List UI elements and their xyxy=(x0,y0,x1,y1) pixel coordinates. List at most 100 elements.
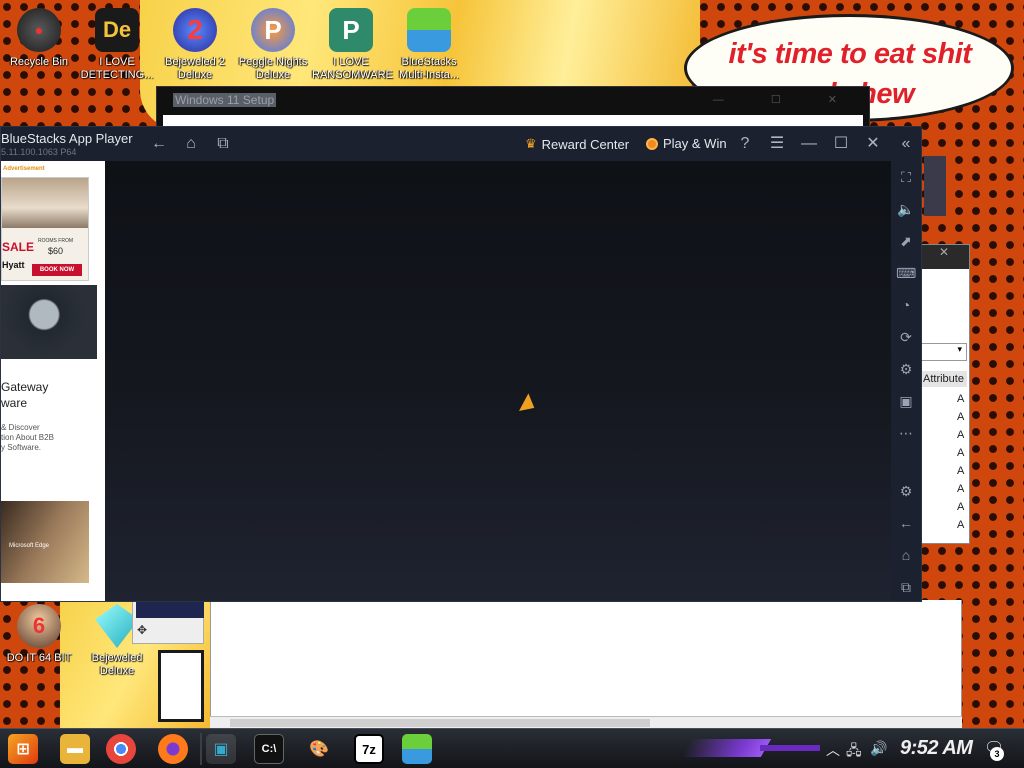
bluestacks-taskbar-icon[interactable] xyxy=(402,734,432,764)
desktop-icon-bluestacks-multi[interactable]: BlueStacks Multi-Insta... xyxy=(390,8,468,82)
taskbar-separator xyxy=(200,733,202,765)
taskbar-clock[interactable]: 9:52 AM xyxy=(900,737,973,760)
list-item[interactable]: A xyxy=(957,501,964,513)
ad-rooms-from: ROOMS FROM xyxy=(38,238,73,244)
video-caption: Microsoft Edge xyxy=(9,543,50,549)
ad-description[interactable]: & Discover tion About B2B y Software. xyxy=(1,423,54,453)
back-arrow-icon[interactable]: ← xyxy=(149,134,169,154)
paint-icon[interactable]: 🎨 xyxy=(304,734,334,764)
back-icon[interactable]: ← xyxy=(896,513,916,533)
background-mini-window xyxy=(924,156,946,216)
7zip-icon[interactable]: 7z xyxy=(354,734,384,764)
windows-11-setup-window[interactable]: Windows 11 Setup — ☐ ✕ xyxy=(156,86,870,130)
desktop-icon-do-it-64-bit[interactable]: 6 DO IT 64 BIT xyxy=(0,604,78,665)
chrome-icon[interactable] xyxy=(106,734,136,764)
notification-count-badge: 3 xyxy=(990,747,1004,761)
home-icon[interactable]: ⌂ xyxy=(181,134,201,154)
desktop-icon-detecting[interactable]: De I LOVE DETECTING... xyxy=(78,8,156,82)
macro-icon[interactable]: ◔ xyxy=(896,295,916,315)
horizontal-scrollbar[interactable] xyxy=(210,716,962,728)
portrait-icon: 6 xyxy=(17,604,61,648)
start-button-icon[interactable]: ⊞ xyxy=(8,734,38,764)
dropdown-chevron-icon[interactable]: ▾ xyxy=(921,343,967,361)
pointer-icon[interactable]: ⬈ xyxy=(896,231,916,251)
bejeweled-2-icon: 2 xyxy=(173,8,217,52)
more-icon[interactable]: ⋯ xyxy=(896,423,916,443)
minimize-icon[interactable]: — xyxy=(799,134,819,154)
help-icon[interactable]: ? xyxy=(735,134,755,154)
home-icon[interactable]: ⌂ xyxy=(896,545,916,565)
background-right-window[interactable]: ✕ ▾ Attribute A A A A A A A A xyxy=(918,244,970,544)
collapse-sidebar-icon[interactable]: « xyxy=(896,134,916,154)
de-app-icon: De xyxy=(95,8,139,52)
rotate-icon[interactable]: ⟳ xyxy=(896,327,916,347)
android-screen[interactable] xyxy=(105,161,891,601)
menu-icon[interactable]: ☰ xyxy=(767,134,787,154)
desktop-icon-recycle-bin[interactable]: ● Recycle Bin xyxy=(0,8,78,69)
list-item[interactable]: A xyxy=(957,465,964,477)
apk-install-icon[interactable]: ▣ xyxy=(896,391,916,411)
volume-icon[interactable]: 🔊 xyxy=(870,740,887,757)
desktop-icon-label: I LOVE DETECTING... xyxy=(80,56,154,81)
advertisement-panel[interactable]: Advertisement SALE ROOMS FROM $60 Hyatt … xyxy=(1,161,105,601)
bluestacks-window[interactable]: BlueStacks App Player 5.11.100.1063 P64 … xyxy=(0,126,922,602)
list-item[interactable]: A xyxy=(957,447,964,459)
background-window-content xyxy=(210,600,962,728)
taskbar-decoration xyxy=(760,745,820,751)
desktop-icon-label: BlueStacks Multi-Insta... xyxy=(399,56,459,81)
window-title: Windows 11 Setup xyxy=(173,93,277,107)
desktop-icon-label: DO IT 64 BIT xyxy=(6,652,72,664)
list-item[interactable]: A xyxy=(957,519,964,531)
ad-label: Advertisement xyxy=(3,166,45,172)
window-controls[interactable]: — ☐ ✕ xyxy=(713,93,859,106)
scrollbar-thumb[interactable] xyxy=(230,719,650,727)
settings-gear-icon[interactable]: ⚙ xyxy=(896,481,916,501)
volume-icon[interactable]: 🔈 xyxy=(896,199,916,219)
network-icon[interactable]: 🖧 xyxy=(846,740,862,764)
desktop-icon-peggle[interactable]: P Peggle Nights Deluxe xyxy=(234,8,312,82)
ad-headline[interactable]: Gateway ware xyxy=(1,379,48,411)
desktop-icon-label: I LOVE RANSOMWARE xyxy=(312,56,393,81)
reward-center-button[interactable]: ♛ Reward Center xyxy=(525,136,629,152)
ad-brand: Hyatt xyxy=(2,260,25,270)
list-item[interactable]: A xyxy=(957,483,964,495)
magnifier-ad-image[interactable] xyxy=(1,285,97,359)
recycle-bin-icon: ● xyxy=(17,8,61,52)
mouse-cursor-icon xyxy=(519,393,539,417)
play-and-win-button[interactable]: Play & Win xyxy=(646,136,727,151)
column-header-attribute[interactable]: Attribute xyxy=(921,371,967,387)
hotel-room-image xyxy=(2,178,88,228)
window-title: BlueStacks App Player xyxy=(1,131,133,146)
keyboard-icon[interactable]: ⌨ xyxy=(896,263,916,283)
hotel-ad[interactable]: SALE ROOMS FROM $60 Hyatt BOOK NOW xyxy=(1,177,89,281)
desktop-icon-bejeweled-2[interactable]: 2 Bejeweled 2 Deluxe xyxy=(156,8,234,82)
firefox-icon[interactable] xyxy=(158,734,188,764)
bluestacks-multi-icon xyxy=(407,8,451,52)
bluestacks-titlebar[interactable]: BlueStacks App Player 5.11.100.1063 P64 … xyxy=(1,127,921,161)
book-now-button[interactable]: BOOK NOW xyxy=(32,264,82,276)
ad-price: $60 xyxy=(48,246,64,256)
show-hidden-icons-chevron-icon[interactable]: ︿ xyxy=(826,740,840,760)
list-item[interactable]: A xyxy=(957,411,964,423)
desktop-icon-ransomware[interactable]: P I LOVE RANSOMWARE xyxy=(312,8,393,82)
fullscreen-icon[interactable]: ⛶ xyxy=(896,167,916,187)
crown-icon: ♛ xyxy=(525,136,537,151)
background-panel-strip xyxy=(136,600,204,618)
close-icon[interactable]: ✕ xyxy=(863,134,883,154)
maximize-icon[interactable]: ☐ xyxy=(831,134,851,154)
list-item[interactable]: A xyxy=(957,429,964,441)
video-ad[interactable]: Microsoft Edge xyxy=(1,501,89,583)
list-item[interactable]: A xyxy=(957,393,964,405)
coin-icon xyxy=(646,137,658,150)
robot-icon[interactable]: ⚙ xyxy=(896,359,916,379)
windows-setup-taskbar-icon[interactable]: ▣ xyxy=(206,734,236,764)
desktop-icon-label: Recycle Bin xyxy=(9,56,69,68)
recent-apps-icon[interactable]: ⧉ xyxy=(213,134,233,154)
publisher-icon: P xyxy=(329,8,373,52)
reward-center-label: Reward Center xyxy=(541,136,630,152)
bluestacks-sidebar: ⛶ 🔈 ⬈ ⌨ ◔ ⟳ ⚙ ▣ ⋯ ⚙ ← ⌂ ⧉ xyxy=(891,161,921,601)
recent-apps-icon[interactable]: ⧉ xyxy=(896,577,916,597)
file-explorer-icon[interactable]: ▬ xyxy=(60,734,90,764)
close-icon[interactable]: ✕ xyxy=(919,245,969,269)
command-prompt-icon[interactable]: C:\ xyxy=(254,734,284,764)
